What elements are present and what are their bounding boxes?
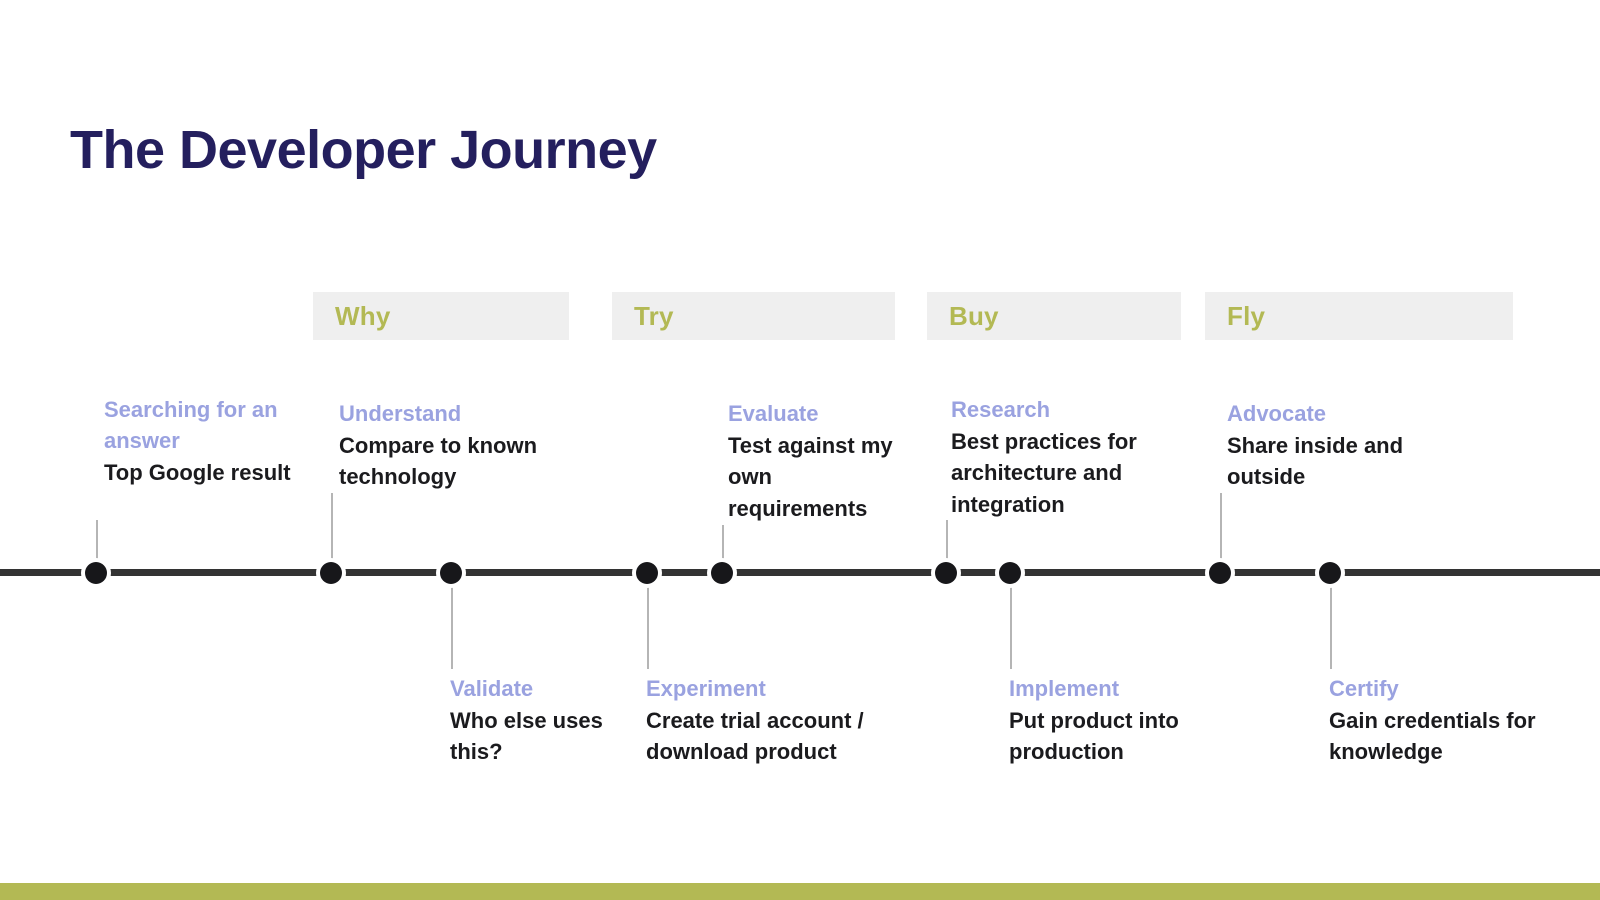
connector-implement xyxy=(1010,577,1012,669)
timeline-dot-searching-for-an-answer[interactable] xyxy=(85,562,107,584)
milestone-implement: Implement Put product into production xyxy=(1009,673,1249,768)
phase-box-fly: Fly xyxy=(1205,292,1513,340)
milestone-title: Advocate xyxy=(1227,401,1327,426)
milestone-title: Experiment xyxy=(646,676,766,701)
timeline-dot-evaluate[interactable] xyxy=(711,562,733,584)
milestone-research: Research Best practices for architecture … xyxy=(951,394,1181,520)
connector-validate xyxy=(451,577,453,669)
phase-box-try: Try xyxy=(612,292,895,340)
milestone-advocate: Advocate Share inside and outside xyxy=(1227,398,1427,493)
milestone-title: Searching for an answer xyxy=(104,397,278,454)
milestone-description: Who else uses this? xyxy=(450,708,603,765)
milestone-certify: Certify Gain credentials for knowledge xyxy=(1329,673,1569,768)
connector-advocate xyxy=(1220,493,1222,570)
milestone-description: Put product into production xyxy=(1009,708,1179,765)
timeline-dot-research[interactable] xyxy=(935,562,957,584)
timeline-dot-understand[interactable] xyxy=(320,562,342,584)
milestone-description: Test against my own requirements xyxy=(728,433,893,521)
phase-label: Fly xyxy=(1227,300,1266,331)
connector-certify xyxy=(1330,577,1332,669)
phase-label: Buy xyxy=(949,300,999,331)
timeline-axis xyxy=(0,569,1600,576)
footer-accent-bar xyxy=(0,883,1600,900)
milestone-title: Research xyxy=(951,397,1051,422)
timeline-dot-experiment[interactable] xyxy=(636,562,658,584)
milestone-description: Create trial account / download product xyxy=(646,708,864,765)
milestone-description: Top Google result xyxy=(104,460,291,486)
phase-label: Try xyxy=(634,300,674,331)
milestone-searching-for-an-answer: Searching for an answer Top Google result xyxy=(104,394,304,489)
milestone-understand: Understand Compare to known technology xyxy=(339,398,579,493)
timeline-dot-validate[interactable] xyxy=(440,562,462,584)
milestone-title: Evaluate xyxy=(728,401,819,426)
slide-canvas: The Developer Journey Why Try Buy Fly Searc… xyxy=(0,0,1600,900)
milestone-title: Understand xyxy=(339,401,462,426)
timeline-dot-implement[interactable] xyxy=(999,562,1021,584)
milestone-experiment: Experiment Create trial account / downloa… xyxy=(646,673,936,768)
connector-experiment xyxy=(647,577,649,669)
milestone-description: Best practices for architecture and inte… xyxy=(951,429,1137,517)
milestone-description: Compare to known technology xyxy=(339,433,538,490)
milestone-title: Implement xyxy=(1009,676,1120,701)
timeline-dot-advocate[interactable] xyxy=(1209,562,1231,584)
milestone-description: Gain credentials for knowledge xyxy=(1329,708,1536,765)
milestone-evaluate: Evaluate Test against my own requirements xyxy=(728,398,908,524)
milestone-title: Certify xyxy=(1329,676,1399,701)
milestone-validate: Validate Who else uses this? xyxy=(450,673,630,768)
phase-label: Why xyxy=(335,300,391,331)
page-title: The Developer Journey xyxy=(70,120,657,181)
milestone-description: Share inside and outside xyxy=(1227,433,1404,490)
phase-box-buy: Buy xyxy=(927,292,1181,340)
phase-box-why: Why xyxy=(313,292,569,340)
connector-understand xyxy=(331,493,333,570)
timeline-dot-certify[interactable] xyxy=(1319,562,1341,584)
milestone-title: Validate xyxy=(450,676,534,701)
